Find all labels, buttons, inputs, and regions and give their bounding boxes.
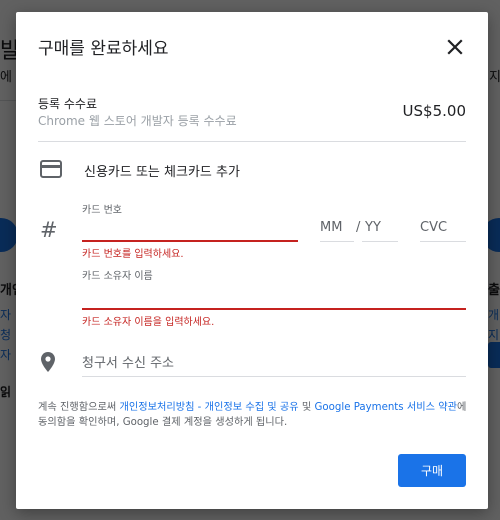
expiry-year-placeholder: YY: [365, 220, 381, 235]
card-number-underline: [82, 240, 298, 242]
cardholder-name-error: 카드 소유자 이름을 입력하세요.: [82, 317, 215, 328]
card-number-label: 카드 번호: [82, 205, 122, 216]
buy-button[interactable]: 구매: [398, 454, 466, 487]
cvc-placeholder: CVC: [420, 220, 448, 235]
expiry-year-underline: [362, 241, 398, 242]
close-button[interactable]: [444, 36, 466, 58]
hash-icon: #: [40, 218, 58, 242]
terms-middle: 및: [298, 402, 315, 413]
add-card-title: 신용카드 또는 체크카드 추가: [84, 165, 240, 180]
card-number-error: 카드 번호를 입력하세요.: [82, 249, 184, 260]
credit-card-icon: [40, 160, 62, 178]
billing-address-underline: [82, 376, 466, 377]
fee-description: Chrome 웹 스토어 개발자 등록 수수료: [38, 114, 237, 128]
expiry-month-placeholder: MM: [320, 220, 343, 235]
terms-prefix: 계속 진행함으로써: [38, 402, 120, 413]
expiry-separator: /: [356, 220, 361, 235]
fee-price: US$5.00: [402, 102, 466, 120]
cardholder-name-label: 카드 소유자 이름: [82, 271, 153, 282]
close-icon: [447, 39, 463, 55]
fee-label: 등록 수수료: [38, 97, 98, 111]
expiry-month-underline: [320, 241, 354, 242]
card-number-input[interactable]: [82, 216, 298, 240]
divider: [38, 141, 466, 142]
cardholder-name-input[interactable]: [82, 282, 466, 308]
cardholder-name-underline: [82, 308, 466, 310]
dialog-title: 구매를 완료하세요: [38, 39, 169, 59]
privacy-policy-link[interactable]: 개인정보처리방침 - 개인정보 수집 및 공유: [119, 402, 298, 413]
terms-text: 계속 진행함으로써 개인정보처리방침 - 개인정보 수집 및 공유 및 Goog…: [38, 400, 468, 430]
billing-address-placeholder: 청구서 수신 주소: [82, 356, 174, 371]
cvc-underline: [420, 241, 466, 242]
location-pin-icon: [41, 352, 55, 372]
payments-terms-link[interactable]: Google Payments 서비스 약관: [315, 402, 457, 413]
purchase-dialog: 구매를 완료하세요 등록 수수료 Chrome 웹 스토어 개발자 등록 수수료…: [16, 12, 488, 509]
